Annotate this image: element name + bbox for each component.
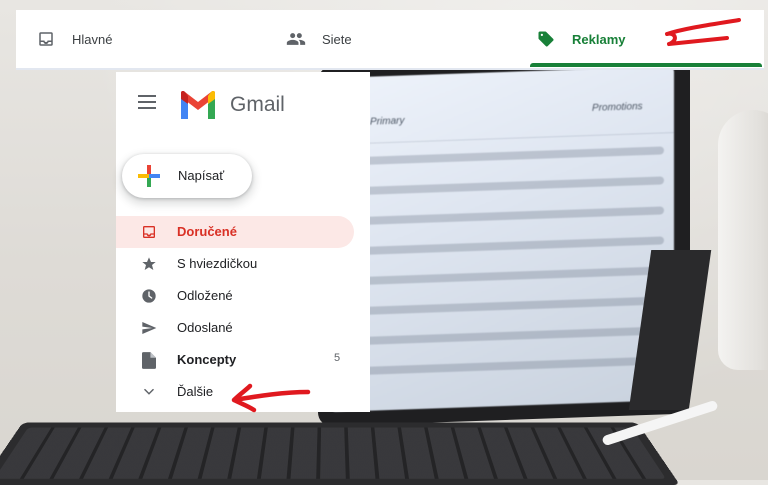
gmail-sidebar: Gmail Napísať Doručené S hviezdičkou Odl… [116, 72, 370, 412]
background-vase [718, 110, 768, 370]
tag-icon [536, 29, 556, 49]
sidebar-item-starred[interactable]: S hviezdičkou [116, 248, 370, 280]
tablet-email-row [350, 296, 664, 316]
compose-button[interactable]: Napísať [122, 154, 252, 198]
sidebar-item-inbox[interactable]: Doručené [116, 216, 354, 248]
sidebar-item-label: Odoslané [177, 320, 233, 335]
sidebar-header: Gmail [116, 72, 370, 142]
sidebar-item-drafts[interactable]: Koncepty 5 [116, 344, 370, 376]
plus-icon [138, 165, 160, 187]
star-icon [140, 255, 158, 273]
sidebar-item-label: Doručené [177, 224, 237, 239]
tablet-email-row [350, 176, 664, 196]
sidebar-item-label: Ďalšie [177, 384, 214, 399]
tablet-email-row [350, 266, 664, 286]
clock-icon [140, 287, 158, 305]
inbox-icon [140, 223, 158, 241]
drafts-count-badge: 5 [334, 352, 341, 364]
compose-label: Napísať [178, 168, 225, 183]
sidebar-item-label: Odložené [177, 288, 233, 303]
sidebar-item-label: S hviezdičkou [177, 256, 258, 271]
sidebar-item-sent[interactable]: Odoslané [116, 312, 370, 344]
tab-social[interactable]: Siete [286, 10, 352, 68]
background-keyboard [0, 422, 680, 485]
annotation-arrow-icon [231, 383, 311, 413]
menu-icon[interactable] [138, 95, 156, 109]
tab-social-label: Siete [322, 31, 352, 47]
people-icon [286, 29, 306, 49]
keyboard-keys [0, 427, 666, 479]
tablet-email-row [350, 356, 664, 376]
send-icon [140, 319, 158, 337]
draft-icon [140, 351, 158, 369]
tablet-tab-promotions: Promotions [592, 101, 643, 114]
tablet-email-row [350, 326, 664, 346]
chevron-down-icon [140, 383, 158, 401]
tab-promotions-label: Reklamy [572, 31, 626, 47]
active-tab-indicator [530, 63, 762, 67]
tablet-screen: Primary Promotions [330, 66, 674, 413]
inbox-icon [36, 29, 56, 49]
tablet-email-row [350, 206, 664, 226]
sidebar-item-label: Koncepty [177, 352, 237, 367]
sidebar-item-snoozed[interactable]: Odložené [116, 280, 370, 312]
annotation-arrow-icon [665, 18, 741, 46]
gmail-logo-icon [181, 91, 215, 119]
tab-promotions[interactable]: Reklamy [536, 10, 625, 68]
category-tabbar: Hlavné Siete Reklamy [16, 10, 764, 70]
tablet-email-row [350, 146, 664, 166]
app-name: Gmail [230, 93, 285, 116]
tab-primary[interactable]: Hlavné [36, 10, 112, 68]
tab-primary-label: Hlavné [72, 31, 113, 47]
tablet-email-row [350, 236, 664, 256]
